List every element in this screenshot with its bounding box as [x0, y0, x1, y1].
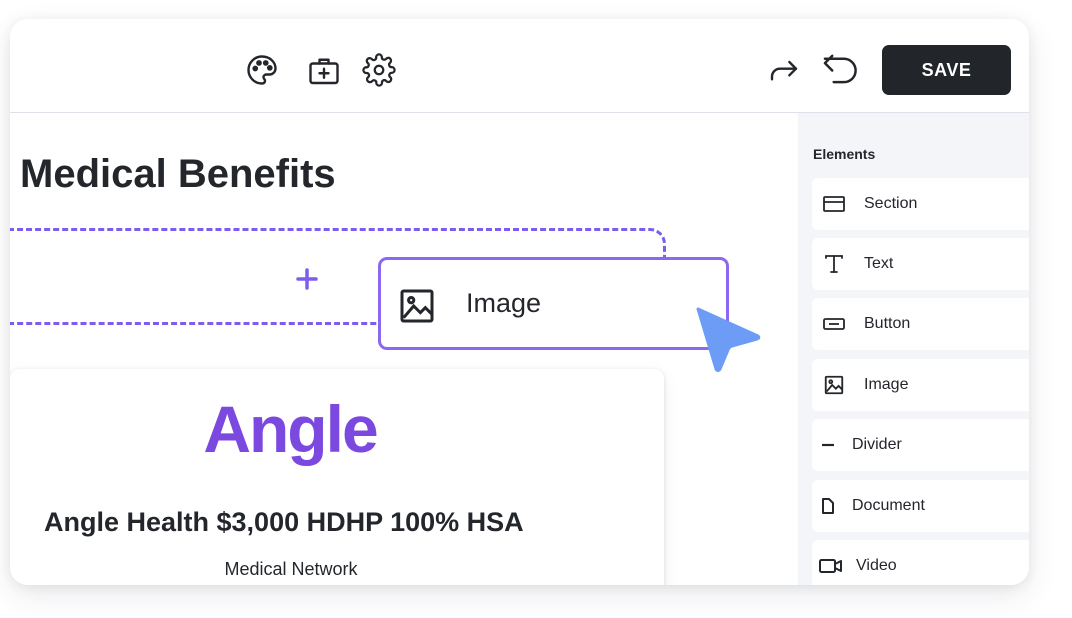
document-icon — [818, 493, 838, 519]
element-label: Divider — [852, 436, 902, 453]
gear-icon[interactable] — [362, 53, 396, 87]
element-item-video[interactable]: Video — [812, 540, 1029, 585]
element-item-image[interactable]: Image — [812, 359, 1029, 411]
angle-logo: Angle — [203, 392, 378, 466]
element-label: Section — [864, 195, 918, 212]
plan-card: Angle Angle Health $3,000 HDHP 100% HSA … — [10, 369, 664, 585]
plus-icon[interactable] — [296, 268, 318, 295]
element-label: Button — [864, 315, 911, 332]
element-label: Image — [864, 376, 909, 393]
element-item-document[interactable]: Document — [812, 480, 1029, 532]
image-icon — [397, 286, 437, 331]
drag-preview-image[interactable]: Image — [378, 257, 729, 350]
briefcase-icon[interactable] — [306, 53, 342, 89]
cursor-icon — [694, 306, 762, 377]
element-label: Video — [856, 557, 897, 574]
text-icon — [821, 251, 847, 277]
video-icon — [818, 553, 844, 579]
top-toolbar: SAVE — [10, 19, 1029, 113]
element-label: Text — [864, 255, 894, 272]
drag-preview-label: Image — [466, 288, 542, 318]
palette-icon[interactable] — [244, 52, 280, 88]
sidebar-heading: Elements — [813, 146, 876, 162]
page-title: Medical Benefits — [20, 152, 336, 196]
save-button[interactable]: SAVE — [882, 45, 1011, 95]
divider-icon — [818, 432, 838, 458]
element-item-button[interactable]: Button — [812, 298, 1029, 350]
element-item-text[interactable]: Text — [812, 238, 1029, 290]
redo-icon[interactable] — [768, 55, 800, 85]
plan-subtitle: Medical Network — [224, 559, 358, 579]
plan-title: Angle Health $3,000 HDHP 100% HSA — [44, 507, 524, 537]
element-item-section[interactable]: Section — [812, 178, 1029, 230]
button-icon — [821, 311, 847, 337]
undo-icon[interactable] — [822, 52, 860, 86]
element-item-divider[interactable]: Divider — [812, 419, 1029, 471]
elements-sidebar: Elements Section Text Button Image Divid… — [798, 113, 1029, 585]
element-label: Document — [852, 497, 925, 514]
section-icon — [821, 191, 847, 217]
image-icon — [821, 372, 847, 398]
